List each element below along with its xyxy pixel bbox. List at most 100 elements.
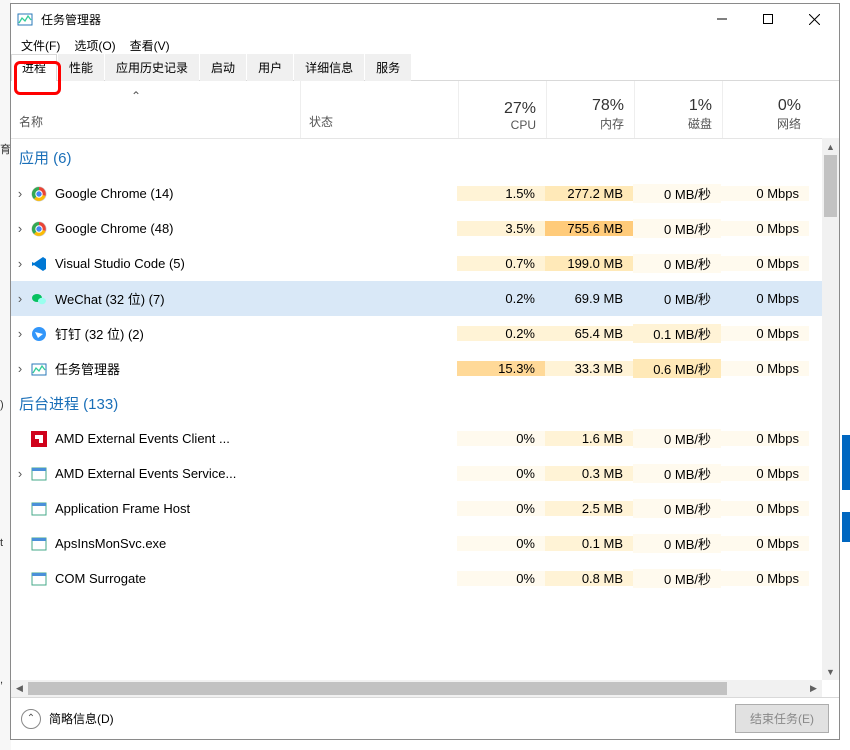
vertical-scrollbar[interactable]: ▲ ▼ [822,138,839,680]
tab-startup[interactable]: 启动 [200,54,246,81]
col-disk[interactable]: 1% 磁盘 [635,81,723,138]
table-row[interactable]: › Google Chrome (48) 3.5% 755.6 MB 0 MB/… [11,211,822,246]
expand-icon[interactable]: › [11,326,25,341]
disk-cell: 0 MB/秒 [633,499,721,518]
scroll-down-icon[interactable]: ▼ [822,663,839,680]
close-button[interactable] [791,4,837,34]
horizontal-scrollbar[interactable]: ◀ ▶ [11,680,822,697]
table-row[interactable]: AMD External Events Client ... 0% 1.6 MB… [11,421,822,456]
tab-performance[interactable]: 性能 [58,54,104,81]
scroll-thumb[interactable] [824,155,837,217]
process-name: WeChat (32 位) (7) [53,289,299,308]
scroll-up-icon[interactable]: ▲ [822,138,839,155]
table-row[interactable]: Application Frame Host 0% 2.5 MB 0 MB/秒 … [11,491,822,526]
tab-app-history[interactable]: 应用历史记录 [105,54,199,81]
col-name-label: 名称 [19,113,43,130]
table-row[interactable]: › Google Chrome (14) 1.5% 277.2 MB 0 MB/… [11,176,822,211]
mem-cell: 277.2 MB [545,186,633,201]
table-row[interactable]: › 任务管理器 15.3% 33.3 MB 0.6 MB/秒 0 Mbps [11,351,822,386]
disk-cell: 0 MB/秒 [633,429,721,448]
tab-processes[interactable]: 进程 [11,54,57,81]
table-row[interactable]: › Visual Studio Code (5) 0.7% 199.0 MB 0… [11,246,822,281]
table-row[interactable]: ApsInsMonSvc.exe 0% 0.1 MB 0 MB/秒 0 Mbps [11,526,822,561]
generic-app-icon [25,501,53,517]
scroll-track[interactable] [28,680,805,697]
mem-cell: 0.3 MB [545,466,633,481]
net-cell: 0 Mbps [721,221,809,236]
table-row[interactable]: › 钉钉 (32 位) (2) 0.2% 65.4 MB 0.1 MB/秒 0 … [11,316,822,351]
expand-icon[interactable]: › [11,291,25,306]
mem-total: 78% [592,97,624,115]
menu-view[interactable]: 查看(V) [130,37,170,54]
fewer-details-label: 简略信息(D) [49,710,114,727]
mem-cell: 1.6 MB [545,431,633,446]
scroll-thumb[interactable] [28,682,727,695]
window-title: 任务管理器 [41,11,101,28]
process-name: AMD External Events Service... [53,466,299,481]
group-background[interactable]: 后台进程 (133) [11,386,822,421]
scroll-track[interactable] [822,155,839,663]
table-row[interactable]: › AMD External Events Service... 0% 0.3 … [11,456,822,491]
disk-cell: 0 MB/秒 [633,534,721,553]
column-header[interactable]: ⌃ 名称 状态 27% CPU 78% 内存 1% 磁盘 0% 网络 [11,81,839,139]
disk-cell: 0 MB/秒 [633,569,721,588]
cpu-cell: 0.2% [457,326,545,341]
table-row-selected[interactable]: › WeChat (32 位) (7) 0.2% 69.9 MB 0 MB/秒 … [11,281,822,316]
expand-icon[interactable]: › [11,256,25,271]
col-network[interactable]: 0% 网络 [723,81,811,138]
net-cell: 0 Mbps [721,186,809,201]
menu-file[interactable]: 文件(F) [21,37,60,54]
disk-cell: 0 MB/秒 [633,464,721,483]
mem-cell: 0.1 MB [545,536,633,551]
titlebar[interactable]: 任务管理器 [11,4,839,34]
scroll-left-icon[interactable]: ◀ [11,680,28,697]
fewer-details-toggle[interactable]: ⌃ 简略信息(D) [21,709,114,729]
net-cell: 0 Mbps [721,571,809,586]
menu-options[interactable]: 选项(O) [74,37,115,54]
vscode-icon [25,256,53,272]
expand-icon[interactable]: › [11,186,25,201]
menubar[interactable]: 文件(F) 选项(O) 查看(V) [11,34,839,56]
net-cell: 0 Mbps [721,466,809,481]
tab-users[interactable]: 用户 [247,54,293,81]
mem-cell: 33.3 MB [545,361,633,376]
group-apps[interactable]: 应用 (6) [11,138,822,176]
cpu-cell: 0% [457,571,545,586]
end-task-button[interactable]: 结束任务(E) [735,704,829,733]
expand-icon[interactable]: › [11,221,25,236]
tab-services[interactable]: 服务 [365,54,411,81]
expand-icon[interactable]: › [11,361,25,376]
process-name: COM Surrogate [53,571,299,586]
disk-cell: 0 MB/秒 [633,289,721,308]
tab-details[interactable]: 详细信息 [294,54,364,81]
process-list-viewport: 应用 (6) › Google Chrome (14) 1.5% 277.2 M… [11,138,839,697]
mem-cell: 65.4 MB [545,326,633,341]
disk-label: 磁盘 [688,115,712,132]
net-cell: 0 Mbps [721,361,809,376]
background-accent [842,435,850,490]
minimize-button[interactable] [699,4,745,34]
taskmgr-icon [25,361,53,377]
maximize-button[interactable] [745,4,791,34]
process-name: Google Chrome (14) [53,186,299,201]
col-memory[interactable]: 78% 内存 [547,81,635,138]
net-cell: 0 Mbps [721,431,809,446]
col-name[interactable]: ⌃ 名称 [11,81,301,138]
expand-icon[interactable]: › [11,466,25,481]
col-cpu[interactable]: 27% CPU [459,81,547,138]
tabstrip: 进程 性能 应用历史记录 启动 用户 详细信息 服务 [11,56,839,81]
cpu-cell: 0% [457,501,545,516]
process-name: ApsInsMonSvc.exe [53,536,299,551]
process-name: 钉钉 (32 位) (2) [53,324,299,343]
table-row[interactable]: COM Surrogate 0% 0.8 MB 0 MB/秒 0 Mbps [11,561,822,596]
mem-cell: 69.9 MB [545,291,633,306]
amd-icon [25,431,53,447]
sort-indicator-icon: ⌃ [131,89,141,103]
disk-cell: 0.1 MB/秒 [633,324,721,343]
net-cell: 0 Mbps [721,256,809,271]
scroll-right-icon[interactable]: ▶ [805,680,822,697]
mem-cell: 2.5 MB [545,501,633,516]
process-list[interactable]: 应用 (6) › Google Chrome (14) 1.5% 277.2 M… [11,138,822,680]
col-state[interactable]: 状态 [301,81,459,138]
chevron-up-icon: ⌃ [21,709,41,729]
